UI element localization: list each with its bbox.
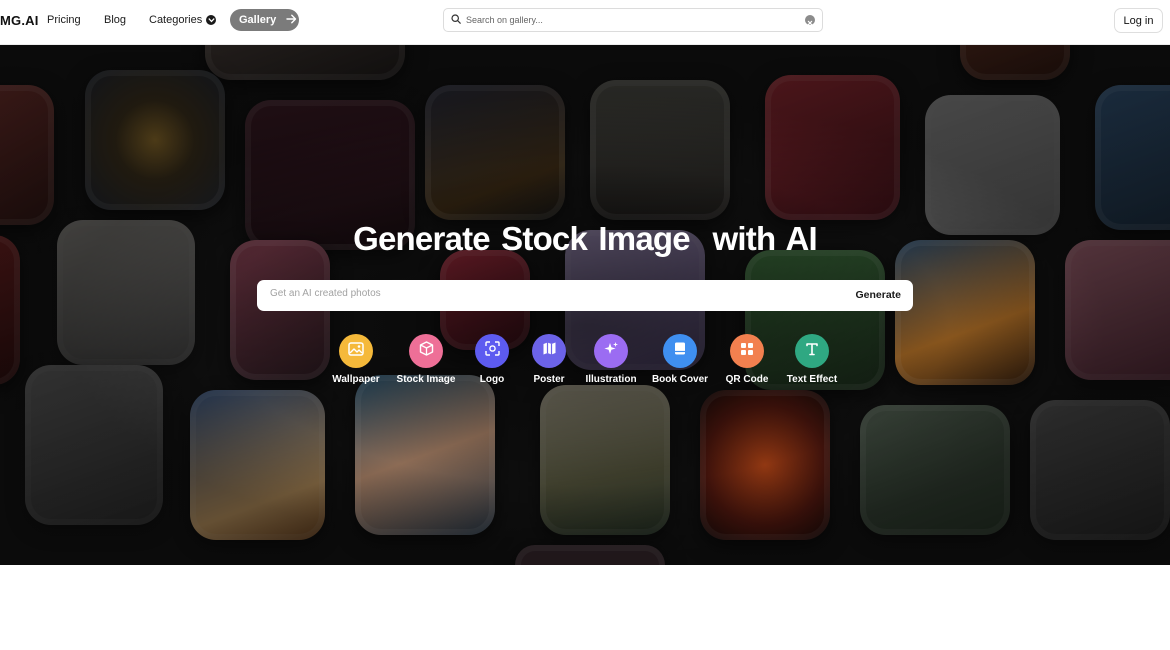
category-wallpaper[interactable]: Wallpaper xyxy=(316,334,396,385)
category-qr-code-badge xyxy=(730,334,764,368)
category-text-effect[interactable]: Text Effect xyxy=(772,334,852,385)
nav-categories[interactable]: Categories xyxy=(149,14,217,26)
map-icon xyxy=(542,341,557,361)
category-illustration[interactable]: Illustration xyxy=(571,334,651,385)
nav-categories-label: Categories xyxy=(149,14,203,26)
category-illustration-badge xyxy=(594,334,628,368)
category-logo-badge xyxy=(475,334,509,368)
login-button[interactable]: Log in xyxy=(1114,8,1163,33)
category-text-effect-badge xyxy=(795,334,829,368)
page-body-blank xyxy=(0,565,1170,650)
category-book-cover-badge xyxy=(663,334,697,368)
category-label: Illustration xyxy=(585,374,637,385)
image-icon xyxy=(348,341,364,361)
generate-button[interactable]: Generate xyxy=(855,289,901,301)
prompt-box: Generate xyxy=(257,280,913,311)
category-label: Text Effect xyxy=(786,374,838,385)
grid-icon xyxy=(740,342,754,361)
category-stock-image-badge xyxy=(409,334,443,368)
search-icon xyxy=(451,11,461,29)
book-icon xyxy=(673,341,687,361)
gallery-button[interactable]: Gallery xyxy=(230,9,299,31)
brand-logo[interactable]: MG.AI xyxy=(0,13,39,28)
focus-icon xyxy=(484,341,500,361)
category-wallpaper-badge xyxy=(339,334,373,368)
nav-blog[interactable]: Blog xyxy=(104,14,126,26)
cube-icon xyxy=(419,341,434,361)
hero-section: Generate Stock Image with AI Generate Wa… xyxy=(0,45,1170,565)
category-label: Wallpaper xyxy=(332,374,380,385)
letter-t-icon xyxy=(805,342,819,361)
hero-title: Generate Stock Image with AI xyxy=(353,220,818,257)
gallery-search-box xyxy=(443,8,823,32)
arrow-right-icon xyxy=(286,13,297,27)
chevron-down-icon xyxy=(206,15,217,25)
top-navigation-bar: MG.AI Pricing Blog Categories Gallery Lo… xyxy=(0,0,1170,45)
gallery-button-label: Gallery xyxy=(239,14,277,26)
nav-pricing[interactable]: Pricing xyxy=(47,14,81,26)
sparkle-icon xyxy=(603,341,619,362)
clear-icon[interactable] xyxy=(805,15,815,26)
category-poster-badge xyxy=(532,334,566,368)
gallery-search-input[interactable] xyxy=(466,15,796,25)
prompt-input[interactable] xyxy=(270,288,810,299)
